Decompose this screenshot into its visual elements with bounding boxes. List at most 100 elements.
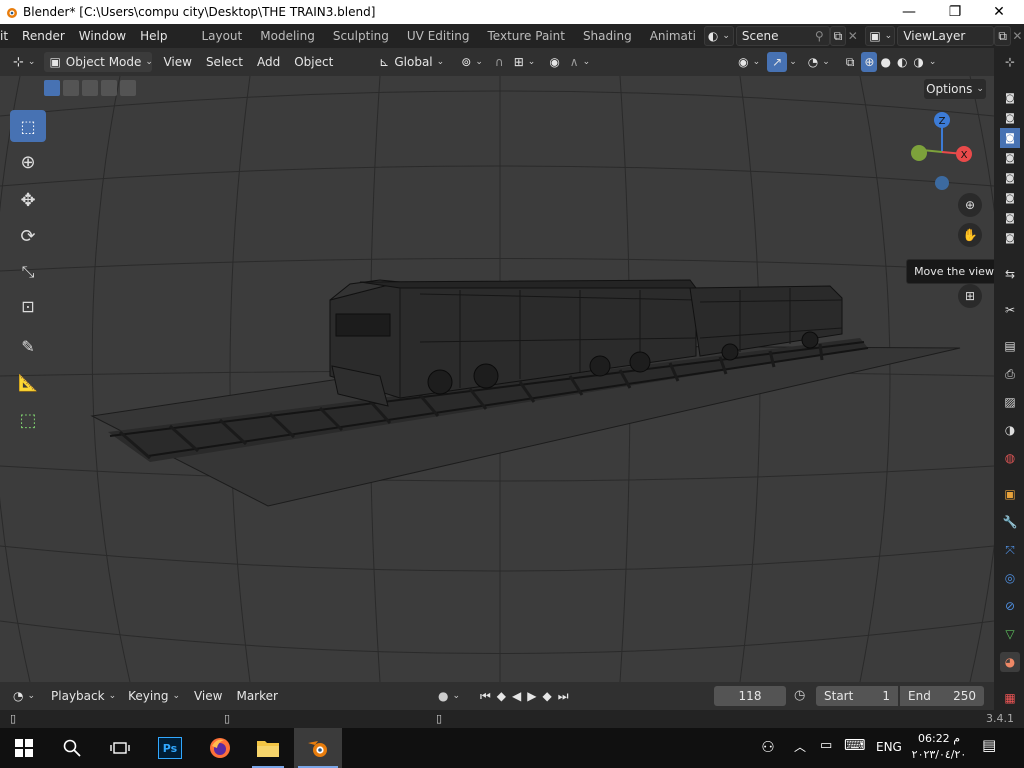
tab-shading[interactable]: Shading (574, 24, 641, 48)
timeline-view-menu[interactable]: View (189, 686, 227, 706)
new-view-layer-button[interactable]: ⧉ (994, 26, 1011, 46)
ortho-toggle-button[interactable]: ⊞ (958, 284, 982, 308)
start-button[interactable] (0, 728, 48, 768)
maximize-button[interactable]: ❐ (932, 0, 978, 24)
select-box-tool[interactable]: ⬚ (10, 110, 46, 142)
modifier-properties-tab[interactable]: 🔧 (1000, 512, 1020, 532)
select-subtract-button[interactable] (82, 80, 98, 96)
camera-visibility-8[interactable]: ◙ (1000, 228, 1020, 248)
scene-selector-button[interactable]: ◐ ⌄ (703, 26, 734, 46)
camera-visibility-2[interactable]: ◙ (1000, 108, 1020, 128)
delete-view-layer-button[interactable]: ✕ (1011, 29, 1024, 43)
tab-uv-editing[interactable]: UV Editing (398, 24, 479, 48)
play-reverse-button[interactable]: ◀ (509, 686, 524, 706)
menu-help[interactable]: Help (133, 24, 174, 48)
render-properties-tab[interactable]: ▤ (1000, 336, 1020, 356)
viewport-scene[interactable] (0, 76, 994, 682)
menu-add[interactable]: Add (252, 52, 285, 72)
proportional-falloff-selector[interactable]: ∧ ⌄ (565, 52, 595, 72)
mode-selector[interactable]: ▣ Object Mode ⌄ (44, 52, 153, 72)
blender-taskbar-button[interactable] (294, 728, 342, 768)
shading-wireframe-button[interactable]: ⊕ (861, 52, 878, 72)
snap-target-selector[interactable]: ⊞ ⌄ (509, 52, 541, 72)
camera-visibility-5[interactable]: ◙ (1000, 168, 1020, 188)
task-view-button[interactable] (96, 728, 144, 768)
camera-visibility-1[interactable]: ◙ (1000, 88, 1020, 108)
gizmo-toggle[interactable]: ↗ (767, 52, 788, 72)
select-new-button[interactable] (44, 80, 60, 96)
shading-material-button[interactable]: ◐ (894, 52, 910, 72)
neg-z-axis-handle[interactable] (935, 176, 949, 190)
transform-orientation-selector[interactable]: ⊾ Global ⌄ (374, 52, 454, 72)
select-intersect-button[interactable] (120, 80, 136, 96)
rotate-tool[interactable]: ⟳ (10, 220, 46, 252)
timeline-editor-type-button[interactable]: ◔ ⌄ (8, 686, 40, 706)
scale-tool[interactable]: ⤡ (10, 256, 46, 288)
next-keyframe-button[interactable]: ◆ (540, 686, 555, 706)
visibility-selector[interactable]: ◉ ⌄ (733, 52, 765, 72)
proportional-editing-toggle[interactable]: ◉ (544, 52, 564, 72)
scene-properties-tab[interactable]: ◑ (1000, 420, 1020, 440)
xray-toggle[interactable]: ⧉ (841, 52, 860, 72)
prev-keyframe-button[interactable]: ◆ (494, 686, 509, 706)
view-layer-name-field[interactable]: ViewLayer (897, 26, 995, 46)
menu-view[interactable]: View (158, 52, 196, 72)
input-language-indicator[interactable]: ENG (876, 740, 902, 754)
zoom-button[interactable]: ⊕ (958, 193, 982, 217)
current-frame-field[interactable]: 118 (714, 686, 786, 706)
cursor-tool[interactable]: ⊕ (10, 146, 46, 178)
new-scene-button[interactable]: ⧉ (829, 26, 847, 46)
texture-properties-tab[interactable]: ▦ (1000, 688, 1020, 708)
tab-sculpting[interactable]: Sculpting (324, 24, 398, 48)
playback-menu[interactable]: Playback ⌄ (46, 686, 121, 706)
measure-tool[interactable]: 📐 (10, 366, 46, 398)
camera-visibility-3[interactable]: ◙ (1000, 128, 1020, 148)
options-dropdown[interactable]: Options ⌄ (924, 79, 986, 99)
outliner-toggle-button[interactable]: ⊹ (1000, 52, 1020, 72)
camera-visibility-6[interactable]: ◙ (1000, 188, 1020, 208)
navigation-gizmo[interactable]: Z X (900, 106, 980, 196)
touch-keyboard-button[interactable]: ⌨ (844, 736, 866, 754)
minimize-button[interactable]: — (886, 0, 932, 24)
close-window-button[interactable]: ✕ (976, 0, 1022, 24)
photoshop-taskbar-button[interactable]: Ps (146, 728, 194, 768)
annotate-tool[interactable]: ✎ (10, 330, 46, 362)
scene-name-field[interactable]: Scene ⚲ (735, 26, 830, 46)
shading-solid-button[interactable]: ● (877, 52, 893, 72)
view-layer-selector-button[interactable]: ▣ ⌄ (865, 26, 896, 46)
snap-toggle[interactable]: ∩ (490, 52, 509, 72)
transform-tool[interactable]: ⊡ (10, 290, 46, 322)
menu-object[interactable]: Object (289, 52, 338, 72)
start-frame-field[interactable]: Start 1 (816, 686, 898, 706)
jump-end-button[interactable]: ⏭ (555, 686, 572, 706)
properties-toggle[interactable]: ⇆ (1000, 264, 1020, 284)
camera-visibility-4[interactable]: ◙ (1000, 148, 1020, 168)
search-button[interactable] (48, 728, 96, 768)
view-layer-properties-tab[interactable]: ▨ (1000, 392, 1020, 412)
object-properties-tab[interactable]: ▣ (1000, 484, 1020, 504)
material-properties-tab[interactable]: ◕ (1000, 652, 1020, 672)
preview-range-toggle[interactable]: ◷ (794, 688, 810, 704)
camera-visibility-7[interactable]: ◙ (1000, 208, 1020, 228)
shading-rendered-button[interactable]: ◑ (910, 52, 926, 72)
tab-modeling[interactable]: Modeling (251, 24, 324, 48)
firefox-taskbar-button[interactable] (196, 728, 244, 768)
3d-viewport[interactable]: ⬚ ⊕ ✥ ⟳ ⤡ ⊡ ✎ 📐 ⬚ Options ⌄ Z X ⊕ ✋ ⊞ (0, 76, 994, 682)
shading-dropdown[interactable]: ⌄ (929, 57, 937, 67)
tab-animation[interactable]: Animati (641, 24, 700, 48)
select-extend-button[interactable] (63, 80, 79, 96)
tab-texture-paint[interactable]: Texture Paint (479, 24, 574, 48)
file-explorer-taskbar-button[interactable] (244, 728, 292, 768)
auto-keying-toggle[interactable]: ● ⌄ (433, 686, 465, 706)
move-tool[interactable]: ✥ (10, 184, 46, 216)
particles-properties-tab[interactable]: ⤧ (1000, 540, 1020, 560)
tool-properties-tab[interactable]: ✂ (1000, 300, 1020, 320)
play-button[interactable]: ▶ (524, 686, 539, 706)
clock[interactable]: 06:22 م ٢٠٢٣/٠٤/٢٠ (910, 731, 968, 763)
menu-render[interactable]: Render (15, 24, 72, 48)
data-properties-tab[interactable]: ▽ (1000, 624, 1020, 644)
show-hidden-icons-button[interactable]: ︿ (794, 738, 806, 755)
gizmo-dropdown[interactable]: ⌄ (789, 57, 797, 67)
marker-menu[interactable]: Marker (231, 686, 282, 706)
keying-menu[interactable]: Keying ⌄ (123, 686, 185, 706)
